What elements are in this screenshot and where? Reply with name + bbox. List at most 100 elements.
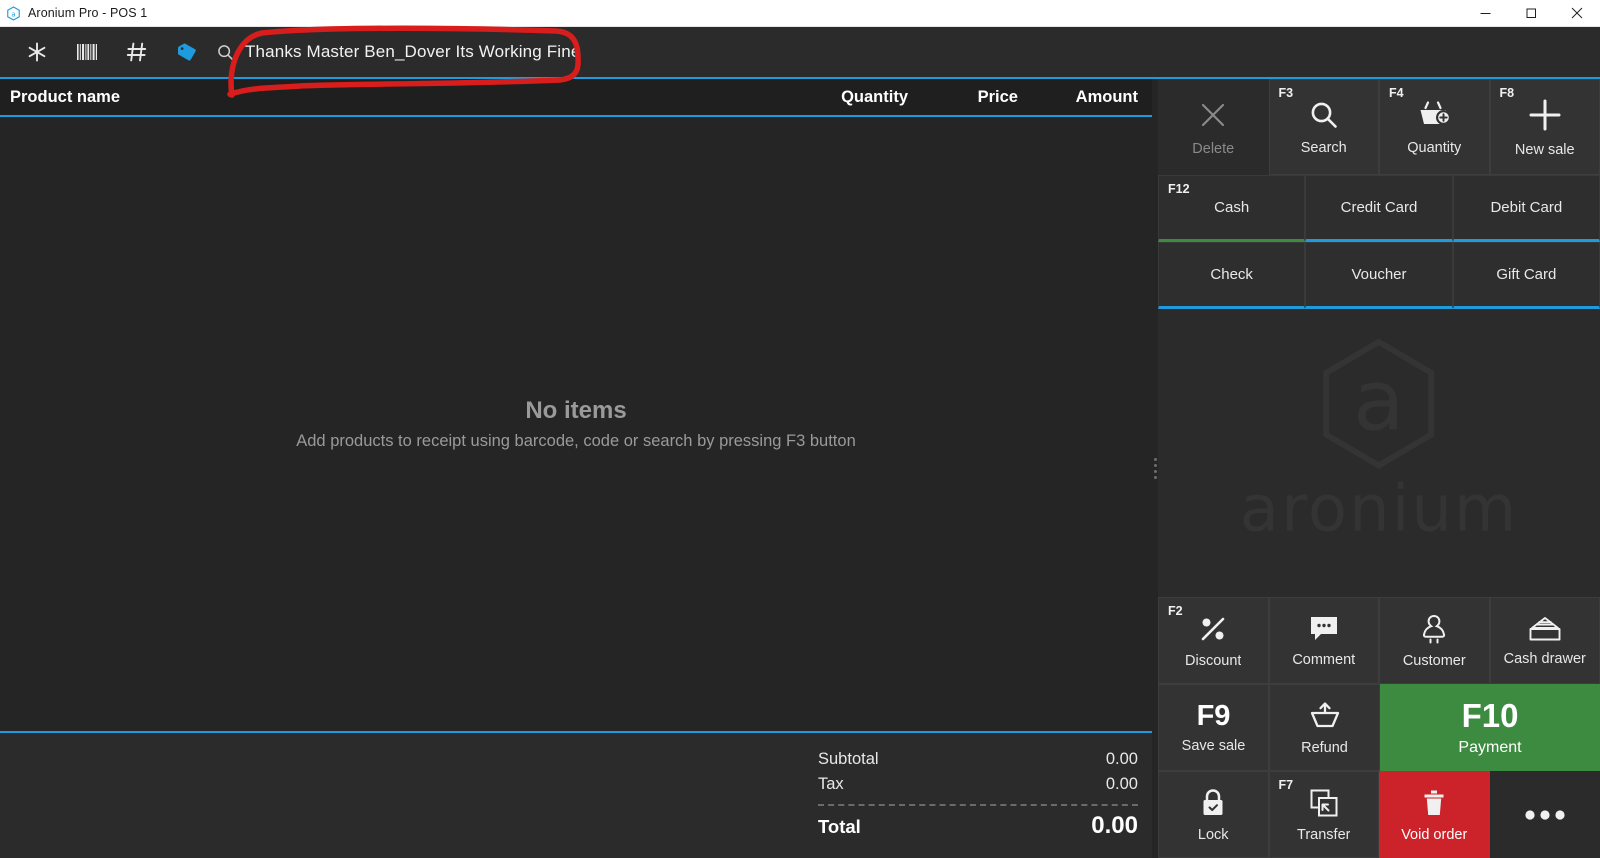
svg-text:a: a [11,10,15,18]
cash-drawer-button[interactable]: Cash drawer [1490,597,1600,684]
payment-check-button[interactable]: Check [1158,242,1305,309]
transfer-fkey: F7 [1279,778,1294,792]
payment-button[interactable]: F10 Payment [1380,684,1600,771]
search-button[interactable]: F3 Search [1269,79,1380,175]
empty-state-subtitle: Add products to receipt using barcode, c… [296,432,856,451]
close-button[interactable] [1554,0,1600,27]
comment-label: Comment [1292,652,1355,668]
primary-button-row: F9 Save sale Refund F10 Payme [1158,684,1600,771]
empty-state: No items Add products to receipt using b… [296,397,856,451]
search-field-wrapper[interactable] [212,27,1600,77]
window-title: Aronium Pro - POS 1 [28,6,147,20]
cash-drawer-label: Cash drawer [1504,651,1586,667]
subtotal-value: 0.00 [1106,750,1138,769]
maximize-button[interactable] [1508,0,1554,27]
total-value: 0.00 [1091,812,1138,840]
title-bar-left: a Aronium Pro - POS 1 [0,6,147,21]
payment-debit-card-button[interactable]: Debit Card [1453,175,1600,242]
totals-divider [818,804,1138,806]
payment-credit-card-button[interactable]: Credit Card [1305,175,1452,242]
aronium-hexagon-logo-icon: a [6,6,21,21]
subtotal-label: Subtotal [818,750,879,769]
payment-voucher-button[interactable]: Voucher [1305,242,1452,309]
cash-fkey: F12 [1168,182,1190,196]
quantity-fkey: F4 [1389,86,1404,100]
delete-button[interactable]: Delete [1158,79,1269,175]
customer-icon [1419,613,1449,645]
tag-icon[interactable] [162,27,212,77]
discount-label: Discount [1185,653,1241,669]
main-body: Product name Quantity Price Amount No it… [0,79,1600,858]
aronium-hexagon-logo-icon: a [1309,334,1449,479]
search-input[interactable] [245,32,1600,72]
product-code-icon[interactable] [112,27,162,77]
discount-button[interactable]: F2 Discount [1158,597,1269,684]
function-button-row: F2 Discount [1158,597,1600,684]
lock-icon [1199,787,1227,819]
refund-label: Refund [1301,740,1348,756]
void-order-button[interactable]: Void order [1379,771,1490,858]
gift-card-label: Gift Card [1496,266,1556,283]
minimize-button[interactable] [1462,0,1508,27]
lock-button[interactable]: Lock [1158,771,1269,858]
subtotal-row: Subtotal 0.00 [818,747,1138,772]
search-label: Search [1301,140,1347,156]
debit-card-label: Debit Card [1490,199,1562,216]
discount-fkey: F2 [1168,604,1183,618]
check-label: Check [1210,266,1253,283]
title-bar: a Aronium Pro - POS 1 [0,0,1600,27]
percent-icon [1197,613,1229,645]
save-sale-button[interactable]: F9 Save sale [1158,684,1269,771]
transfer-button[interactable]: F7 Transfer [1269,771,1380,858]
cash-label: Cash [1214,199,1249,216]
total-row: Total 0.00 [818,810,1138,843]
void-order-label: Void order [1401,827,1467,843]
payment-label: Payment [1458,739,1521,757]
search-fkey: F3 [1279,86,1294,100]
favorites-icon[interactable] [12,27,62,77]
payment-cash-button[interactable]: F12 Cash [1158,175,1305,242]
splitter-grip-icon [1154,458,1157,479]
quantity-button[interactable]: F4 Quantity [1379,79,1490,175]
action-button-row: Delete F3 Search F4 [1158,79,1600,175]
plus-icon [1526,96,1564,134]
refund-icon [1307,700,1343,732]
receipt-items-area[interactable]: No items Add products to receipt using b… [0,117,1152,733]
receipt-column-headers: Product name Quantity Price Amount [0,79,1152,117]
refund-button[interactable]: Refund [1269,684,1380,771]
search-icon [1307,98,1341,132]
comment-button[interactable]: Comment [1269,597,1380,684]
voucher-label: Voucher [1351,266,1406,283]
more-icon [1523,808,1567,822]
search-icon [216,43,235,62]
credit-card-label: Credit Card [1341,199,1418,216]
side-panel: Delete F3 Search F4 [1158,79,1600,858]
tax-row: Tax 0.00 [818,772,1138,797]
search-toolbar [0,27,1600,79]
more-options-button[interactable] [1490,771,1600,858]
column-header-product-name: Product name [10,88,788,107]
tax-value: 0.00 [1106,775,1138,794]
barcode-icon[interactable] [62,27,112,77]
transfer-icon [1308,787,1340,819]
customer-button[interactable]: Customer [1379,597,1490,684]
payment-method-row-1: F12 Cash Credit Card Debit Card [1158,175,1600,242]
new-sale-button[interactable]: F8 New sale [1490,79,1600,175]
lock-label: Lock [1198,827,1229,843]
delete-label: Delete [1192,141,1234,157]
payment-gift-card-button[interactable]: Gift Card [1453,242,1600,309]
quantity-label: Quantity [1407,140,1461,156]
cash-drawer-icon [1527,615,1563,643]
customer-label: Customer [1403,653,1466,669]
aronium-watermark: a aronium [1240,334,1519,547]
svg-text:a: a [1353,351,1404,449]
payment-fkey: F10 [1462,699,1519,732]
aronium-wordmark: aronium [1240,473,1519,547]
save-sale-label: Save sale [1182,738,1246,754]
total-label: Total [818,816,861,838]
new-sale-fkey: F8 [1500,86,1515,100]
receipt-panel: Product name Quantity Price Amount No it… [0,79,1152,858]
basket-plus-icon [1416,98,1452,132]
tax-label: Tax [818,775,844,794]
trash-icon [1420,787,1448,819]
